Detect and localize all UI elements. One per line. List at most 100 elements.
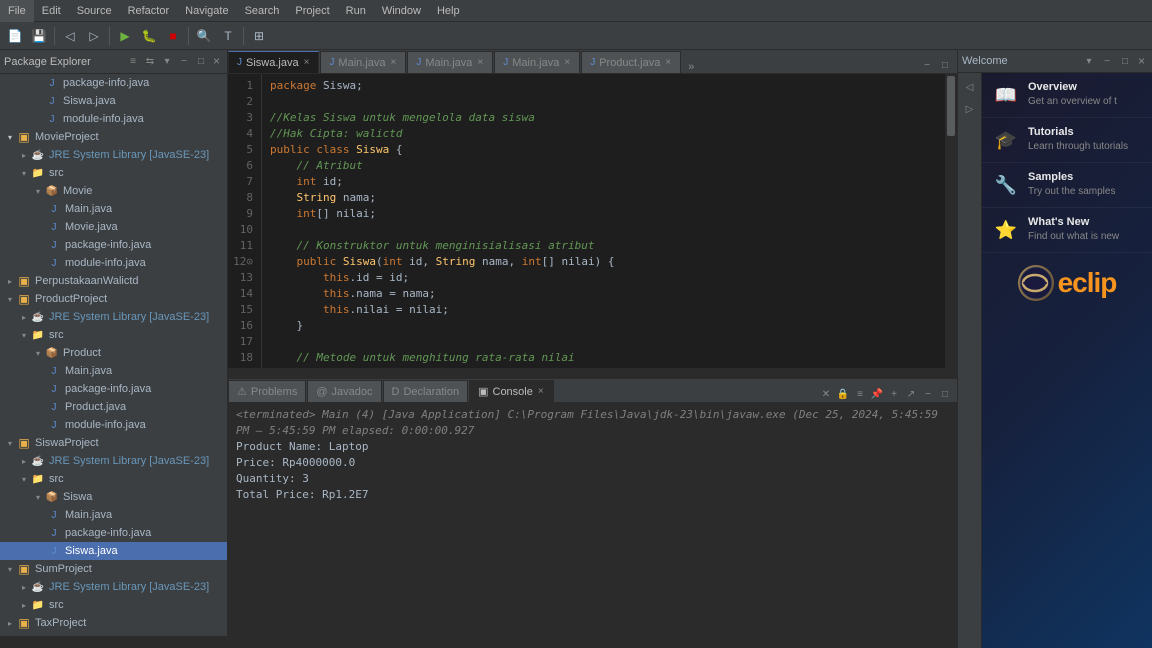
minimize-panel-icon[interactable]: −: [176, 54, 192, 70]
close-tab-main2[interactable]: ×: [476, 57, 484, 68]
scrollbar-thumb[interactable]: [947, 76, 955, 136]
tree-item-pkg-product[interactable]: J package-info.java: [0, 380, 227, 398]
forward-icon[interactable]: ▷: [960, 99, 980, 119]
tree-item-jre-movie[interactable]: ▸ ☕ JRE System Library [JavaSE-23]: [0, 146, 227, 164]
tree-item-movie-java[interactable]: J Movie.java: [0, 218, 227, 236]
close-tab-main3[interactable]: ×: [563, 57, 571, 68]
link-with-editor-icon[interactable]: ⇆: [142, 54, 158, 70]
close-panel-btn[interactable]: ×: [210, 54, 223, 70]
tree-item-product-folder[interactable]: ▾ 📦 Product: [0, 344, 227, 362]
tab-javadoc[interactable]: @ Javadoc: [307, 380, 381, 402]
welcome-item-samples[interactable]: 🔧 Samples Try out the samples: [982, 163, 1152, 208]
tab-console[interactable]: ▣ Console ×: [469, 380, 554, 402]
tree-item-product-java[interactable]: J Product.java: [0, 398, 227, 416]
menu-window[interactable]: Window: [374, 0, 429, 22]
tree-item-sum-project[interactable]: ▾ ▣ SumProject: [0, 560, 227, 578]
code-content[interactable]: package Siswa; //Kelas Siswa untuk menge…: [262, 74, 945, 368]
close-tab-product[interactable]: ×: [664, 57, 672, 68]
close-welcome-btn[interactable]: ×: [1135, 54, 1148, 68]
tree-item-jre-product[interactable]: ▸ ☕ JRE System Library [JavaSE-23]: [0, 308, 227, 326]
collapse-all-icon[interactable]: ≡: [125, 54, 141, 70]
save-btn[interactable]: 💾: [28, 25, 50, 47]
tree-item-siswa-java-selected[interactable]: J Siswa.java: [0, 542, 227, 560]
tree-item-module-product[interactable]: J module-info.java: [0, 416, 227, 434]
stop-btn[interactable]: ■: [162, 25, 184, 47]
tree-item-pkg1[interactable]: J package-info.java: [0, 74, 227, 92]
tree-item-jre-sum[interactable]: ▸ ☕ JRE System Library [JavaSE-23]: [0, 578, 227, 596]
search-toolbar-btn[interactable]: 🔍: [193, 25, 215, 47]
clear-console-icon[interactable]: ✕: [818, 386, 834, 402]
tree-label: SumProject: [35, 563, 92, 575]
welcome-item-tutorials[interactable]: 🎓 Tutorials Learn through tutorials: [982, 118, 1152, 163]
close-console-tab[interactable]: ×: [537, 386, 545, 397]
minimize-bottom-icon[interactable]: −: [920, 386, 936, 402]
tab-declaration[interactable]: D Declaration: [383, 380, 469, 402]
tree-item-movie-folder[interactable]: ▾ 📦 Movie: [0, 182, 227, 200]
maximize-panel-icon[interactable]: □: [193, 54, 209, 70]
menu-file[interactable]: File: [0, 0, 34, 22]
tree-item-main-movie[interactable]: J Main.java: [0, 200, 227, 218]
tree-item-src-siswa[interactable]: ▾ 📁 src: [0, 470, 227, 488]
close-tab-siswa[interactable]: ×: [303, 57, 311, 68]
menu-search[interactable]: Search: [237, 0, 288, 22]
tree-item-siswa1[interactable]: J Siswa.java: [0, 92, 227, 110]
tree-item-pkg-movie[interactable]: J package-info.java: [0, 236, 227, 254]
menu-run[interactable]: Run: [338, 0, 374, 22]
tree-item-src-product[interactable]: ▾ 📁 src: [0, 326, 227, 344]
menu-navigate[interactable]: Navigate: [177, 0, 236, 22]
minimize-welcome-icon[interactable]: −: [1099, 53, 1115, 69]
perspective-btn[interactable]: ⊞: [248, 25, 270, 47]
tab-problems[interactable]: ⚠ Problems: [228, 380, 306, 402]
tab-main2[interactable]: J Main.java ×: [407, 51, 493, 73]
tree-item-main-product[interactable]: J Main.java: [0, 362, 227, 380]
tab-main3[interactable]: J Main.java ×: [494, 51, 580, 73]
debug-btn[interactable]: 🐛: [138, 25, 160, 47]
scroll-lock-icon[interactable]: 🔒: [835, 386, 851, 402]
tree-item-src-movie[interactable]: ▾ 📁 src: [0, 164, 227, 182]
new-btn[interactable]: 📄: [4, 25, 26, 47]
open-type-btn[interactable]: T: [217, 25, 239, 47]
back-icon[interactable]: ◁: [960, 77, 980, 97]
welcome-item-overview[interactable]: 📖 Overview Get an overview of t: [982, 73, 1152, 118]
pin-console-icon[interactable]: 📌: [869, 386, 885, 402]
tree-item-siswa-project[interactable]: ▾ ▣ SiswaProject: [0, 434, 227, 452]
editor-scrollbar[interactable]: [945, 74, 957, 368]
menu-help[interactable]: Help: [429, 0, 468, 22]
open-console-icon[interactable]: ↗: [903, 386, 919, 402]
tree-item-movie-project[interactable]: ▾ ▣ MovieProject: [0, 128, 227, 146]
tab-main1[interactable]: J Main.java ×: [320, 51, 406, 73]
tree-item-tax-project[interactable]: ▸ ▣ TaxProject: [0, 614, 227, 632]
new-console-icon[interactable]: +: [886, 386, 902, 402]
tree-item-siswa-folder[interactable]: ▾ 📦 Siswa: [0, 488, 227, 506]
tree-item-jre-siswa[interactable]: ▸ ☕ JRE System Library [JavaSE-23]: [0, 452, 227, 470]
run-btn[interactable]: ▶: [114, 25, 136, 47]
menu-refactor[interactable]: Refactor: [120, 0, 178, 22]
tree-item-perpustakaan[interactable]: ▸ ▣ PerpustakaanWalictd: [0, 272, 227, 290]
tree-container[interactable]: J package-info.java J Siswa.java J modul…: [0, 74, 227, 636]
editor-bottom-scrollbar[interactable]: [228, 368, 957, 378]
tree-item-pkg-siswa[interactable]: J package-info.java: [0, 524, 227, 542]
back-btn[interactable]: ◁: [59, 25, 81, 47]
tab-overflow[interactable]: »: [682, 61, 700, 73]
tree-item-module1[interactable]: J module-info.java: [0, 110, 227, 128]
maximize-welcome-icon[interactable]: □: [1117, 53, 1133, 69]
close-tab-main1[interactable]: ×: [390, 57, 398, 68]
menu-source[interactable]: Source: [69, 0, 120, 22]
tree-item-main-siswa[interactable]: J Main.java: [0, 506, 227, 524]
tree-item-src-sum[interactable]: ▸ 📁 src: [0, 596, 227, 614]
view-menu-welcome-icon[interactable]: ▾: [1081, 53, 1097, 69]
menu-edit[interactable]: Edit: [34, 0, 69, 22]
tab-product[interactable]: J Product.java ×: [581, 51, 681, 73]
tree-item-module-movie[interactable]: J module-info.java: [0, 254, 227, 272]
forward-btn[interactable]: ▷: [83, 25, 105, 47]
maximize-bottom-icon[interactable]: □: [937, 386, 953, 402]
view-menu-icon[interactable]: ▾: [159, 54, 175, 70]
welcome-item-whats-new[interactable]: ⭐ What's New Find out what is new: [982, 208, 1152, 253]
tree-horizontal-scrollbar[interactable]: [0, 636, 227, 648]
minimize-editor-icon[interactable]: −: [919, 57, 935, 73]
maximize-editor-icon[interactable]: □: [937, 57, 953, 73]
menu-project[interactable]: Project: [287, 0, 337, 22]
tab-siswa[interactable]: J Siswa.java ×: [228, 51, 319, 73]
tree-item-product-project[interactable]: ▾ ▣ ProductProject: [0, 290, 227, 308]
word-wrap-icon[interactable]: ≡: [852, 386, 868, 402]
